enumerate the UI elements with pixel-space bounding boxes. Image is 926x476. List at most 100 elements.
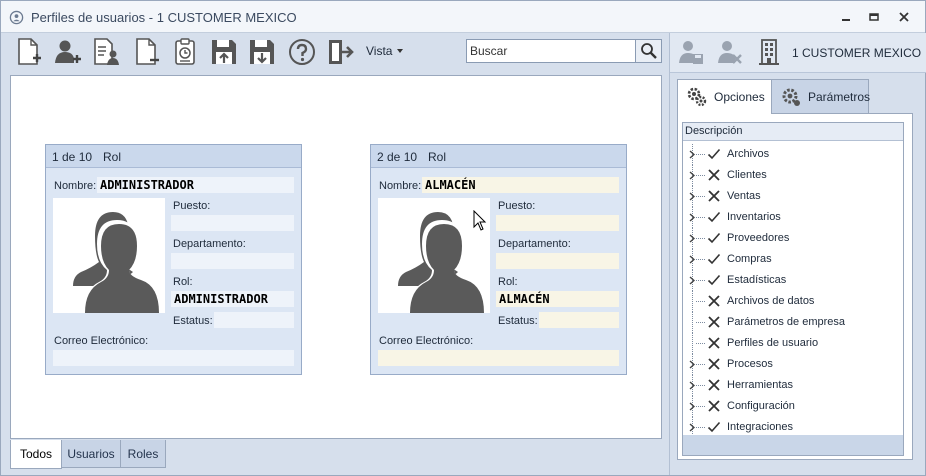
check-icon[interactable] [707, 420, 721, 434]
tree-line [696, 259, 705, 260]
option-row[interactable]: Archivos de datos [683, 291, 903, 312]
view-menu-label: Vista [366, 44, 393, 58]
card-role-header: Rol [103, 150, 122, 164]
clipboard-timer-button[interactable] [168, 35, 202, 69]
position-field [496, 215, 619, 231]
option-row[interactable]: Perfiles de usuario [683, 333, 903, 354]
option-row[interactable]: Inventarios [683, 207, 903, 228]
tree-line [696, 154, 705, 155]
minimize-button[interactable] [835, 7, 857, 27]
option-row[interactable]: Estadísticas [683, 270, 903, 291]
card-index: 1 de 10 [52, 150, 93, 164]
option-row[interactable]: Ventas [683, 186, 903, 207]
department-field [496, 253, 619, 269]
expand-arrow-icon[interactable] [689, 150, 695, 159]
restore-button[interactable] [863, 7, 885, 27]
save-user-button[interactable] [676, 37, 706, 67]
save-download-icon [250, 40, 274, 64]
name-label: Nombre: [379, 180, 422, 192]
exit-button[interactable] [323, 35, 357, 69]
tab-usuarios[interactable]: Usuarios [61, 440, 121, 468]
expand-arrow-icon[interactable] [689, 192, 695, 201]
search-input[interactable] [467, 40, 635, 62]
check-icon[interactable] [707, 210, 721, 224]
cross-icon[interactable] [707, 378, 721, 392]
option-row[interactable]: Compras [683, 249, 903, 270]
options-grid: Descripción Archivos Clientes Ventas Invent… [682, 122, 904, 456]
check-icon[interactable] [707, 252, 721, 266]
delete-user-icon [718, 41, 742, 64]
cross-icon[interactable] [707, 168, 721, 182]
check-icon[interactable] [707, 273, 721, 287]
new-document-button[interactable] [11, 35, 45, 69]
option-row[interactable]: Archivos [683, 144, 903, 165]
delete-user-button[interactable] [715, 37, 745, 67]
tree-line [696, 196, 705, 197]
cross-icon[interactable] [707, 399, 721, 413]
remove-document-button[interactable] [129, 35, 163, 69]
expand-arrow-icon[interactable] [689, 171, 695, 180]
expand-arrow-icon[interactable] [689, 213, 695, 222]
search-button[interactable] [635, 40, 661, 62]
cross-icon[interactable] [707, 315, 721, 329]
tab-todos[interactable]: Todos [10, 440, 62, 469]
expand-arrow-icon[interactable] [689, 360, 695, 369]
app-logo-icon [9, 10, 24, 25]
tab-opciones[interactable]: Opciones [677, 79, 772, 114]
tab-roles[interactable]: Roles [120, 440, 166, 468]
option-label: Archivos de datos [727, 295, 815, 307]
cross-icon[interactable] [707, 357, 721, 371]
option-label: Estadísticas [727, 274, 787, 286]
tree-line [692, 291, 693, 312]
option-row[interactable]: Parámetros de empresa [683, 312, 903, 333]
option-row[interactable]: Configuración [683, 396, 903, 417]
expand-arrow-icon[interactable] [689, 234, 695, 243]
tab-opciones-label: Opciones [714, 90, 765, 104]
option-label: Herramientas [727, 379, 794, 391]
cross-icon[interactable] [707, 294, 721, 308]
option-label: Perfiles de usuario [727, 337, 819, 349]
option-label: Integraciones [727, 421, 794, 433]
option-row[interactable]: Proveedores [683, 228, 903, 249]
save-upload-icon [212, 40, 236, 64]
exit-icon [329, 40, 354, 64]
expand-arrow-icon[interactable] [689, 276, 695, 285]
user-list-button[interactable] [89, 35, 123, 69]
close-button[interactable] [893, 7, 915, 27]
option-row[interactable]: Clientes [683, 165, 903, 186]
save-upload-button[interactable] [207, 35, 241, 69]
option-row[interactable]: Herramientas [683, 375, 903, 396]
minimize-icon [842, 19, 850, 21]
option-row[interactable]: Procesos [683, 354, 903, 375]
help-button[interactable] [285, 35, 319, 69]
email-field [378, 350, 619, 366]
company-button[interactable] [754, 37, 784, 67]
view-menu[interactable]: Vista [366, 44, 404, 58]
card-role-header: Rol [428, 150, 447, 164]
cross-icon[interactable] [707, 189, 721, 203]
check-icon[interactable] [707, 231, 721, 245]
save-download-button[interactable] [245, 35, 279, 69]
close-icon [899, 12, 909, 22]
department-label: Departamento: [498, 238, 571, 250]
email-label: Correo Electrónico: [54, 335, 149, 347]
expand-arrow-icon[interactable] [689, 255, 695, 264]
status-label: Estatus: [173, 315, 213, 327]
tree-line [696, 385, 705, 386]
cross-icon[interactable] [707, 336, 721, 350]
add-user-button[interactable] [51, 35, 85, 69]
add-user-icon [55, 40, 81, 63]
check-icon[interactable] [707, 147, 721, 161]
options-gears-icon [686, 86, 708, 108]
expand-arrow-icon[interactable] [689, 402, 695, 411]
expand-arrow-icon[interactable] [689, 423, 695, 432]
tab-parametros[interactable]: Parámetros [771, 79, 870, 113]
role-label: Rol: [498, 276, 518, 288]
expand-arrow-icon[interactable] [689, 381, 695, 390]
profile-card-1[interactable]: 1 de 10 Rol Nombre: ADMINISTRADOR Puesto… [45, 144, 302, 375]
panel-toolbar: 1 CUSTOMER MEXICO [670, 33, 926, 73]
tree-line [696, 322, 705, 323]
clipboard-timer-icon [175, 38, 195, 65]
card-index: 2 de 10 [377, 150, 418, 164]
profile-card-2[interactable]: 2 de 10 Rol Nombre: ALMACÉN Puesto: Depa… [370, 144, 627, 375]
